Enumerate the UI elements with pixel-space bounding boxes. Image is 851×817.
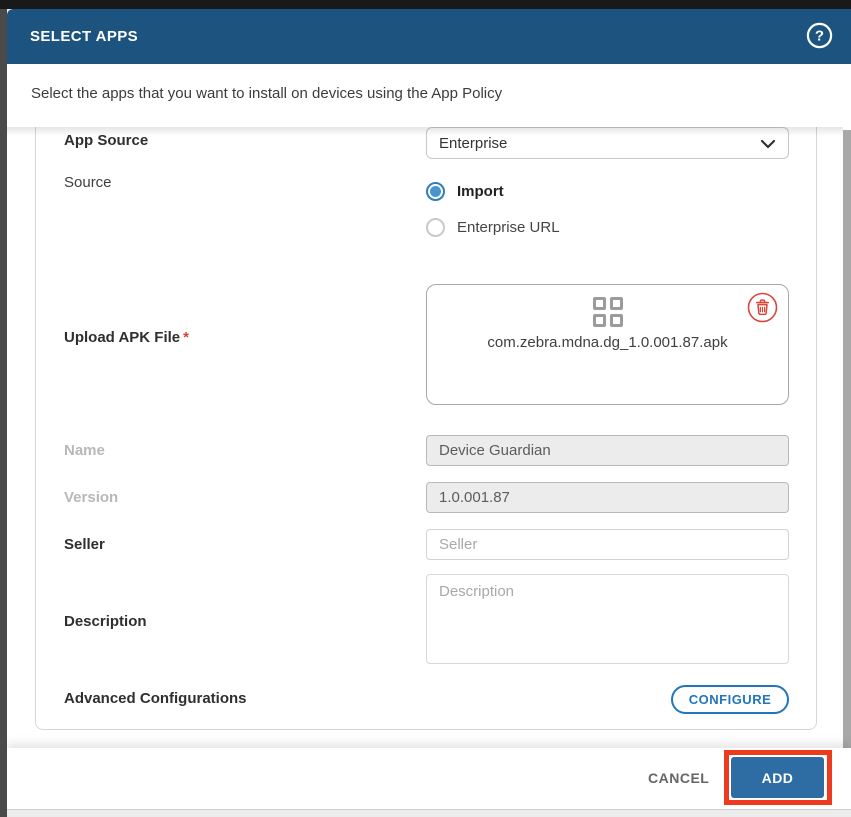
radio-option-enterprise-url[interactable]: Enterprise URL: [426, 217, 560, 237]
cancel-button[interactable]: CANCEL: [648, 770, 709, 786]
dialog-title: SELECT APPS: [30, 28, 139, 45]
name-label: Name: [64, 442, 105, 459]
dialog-subtitle: Select the apps that you want to install…: [31, 85, 503, 102]
required-asterisk: *: [183, 329, 189, 346]
app-source-select[interactable]: Enterprise: [426, 127, 789, 159]
radio-option-label: Import: [457, 182, 504, 200]
description-label: Description: [64, 613, 147, 630]
select-apps-dialog: SELECT APPS ? Select the apps that you w…: [7, 9, 851, 810]
upload-apk-label: Upload APK File *: [64, 329, 189, 346]
page-backdrop-left: [0, 9, 7, 817]
dialog-footer: CANCEL ADD: [7, 748, 851, 809]
add-button[interactable]: ADD: [731, 757, 824, 798]
version-label: Version: [64, 489, 119, 506]
delete-file-button[interactable]: [747, 292, 778, 323]
chevron-down-icon: [760, 137, 776, 151]
form-scroll-area: App Source Enterprise Source Import Ente…: [7, 127, 843, 748]
radio-selected-icon: [426, 181, 445, 201]
app-grid-icon: [593, 297, 624, 328]
app-form-card: App Source Enterprise Source Import Ente…: [35, 127, 817, 730]
advanced-configurations-label: Advanced Configurations: [64, 690, 247, 707]
app-source-selected-value: Enterprise: [439, 134, 508, 152]
svg-text:?: ?: [815, 28, 824, 45]
scrollbar[interactable]: [843, 130, 851, 748]
page-backdrop-top: [0, 0, 851, 9]
radio-unselected-icon: [426, 217, 445, 237]
description-field[interactable]: [426, 574, 789, 664]
seller-label: Seller: [64, 536, 105, 553]
source-label: Source: [64, 174, 112, 191]
uploaded-file-name: com.zebra.mdna.dg_1.0.001.87.apk: [487, 334, 728, 351]
radio-option-label: Enterprise URL: [457, 218, 560, 236]
version-field: [426, 482, 789, 513]
name-field: [426, 435, 789, 466]
dialog-header: SELECT APPS ?: [7, 9, 851, 64]
configure-button[interactable]: CONFIGURE: [671, 685, 789, 714]
trash-icon: [747, 292, 778, 326]
radio-option-import[interactable]: Import: [426, 181, 504, 201]
dialog-subtitle-row: Select the apps that you want to install…: [7, 64, 851, 127]
help-button[interactable]: ?: [806, 22, 833, 49]
question-mark-circle-icon: ?: [806, 22, 833, 52]
upload-apk-dropzone[interactable]: com.zebra.mdna.dg_1.0.001.87.apk: [426, 284, 789, 405]
app-source-label: App Source: [64, 132, 149, 149]
seller-field[interactable]: [426, 529, 789, 560]
